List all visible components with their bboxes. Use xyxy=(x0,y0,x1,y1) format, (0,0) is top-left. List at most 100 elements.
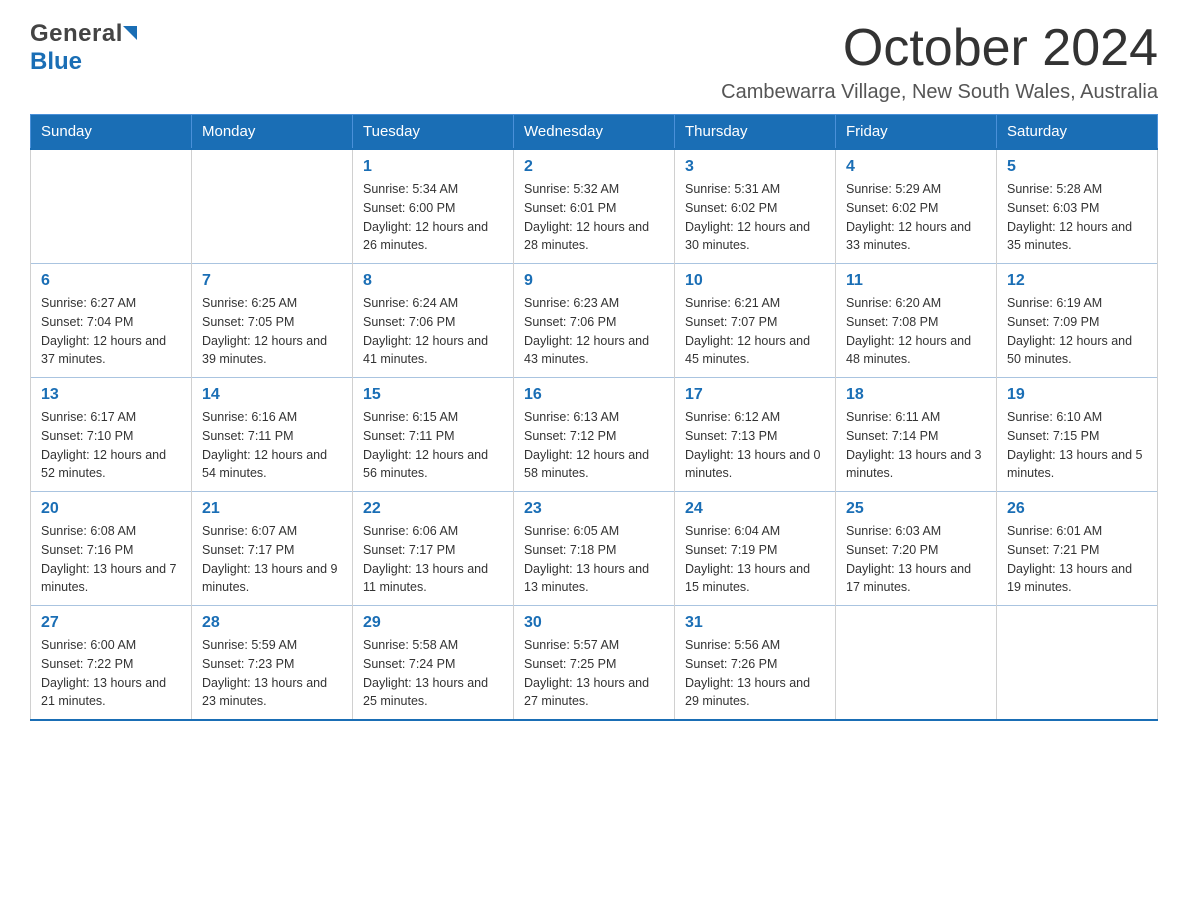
day-info: Sunrise: 6:24 AMSunset: 7:06 PMDaylight:… xyxy=(363,294,503,369)
calendar-cell: 30 Sunrise: 5:57 AMSunset: 7:25 PMDayligh… xyxy=(514,606,675,721)
day-number: 14 xyxy=(202,386,342,404)
weekday-header-thursday: Thursday xyxy=(675,115,836,150)
title-area: October 2024 Cambewarra Village, New Sou… xyxy=(721,20,1158,104)
calendar-week-2: 6 Sunrise: 6:27 AMSunset: 7:04 PMDaylight… xyxy=(31,264,1158,378)
calendar-cell: 6 Sunrise: 6:27 AMSunset: 7:04 PMDaylight… xyxy=(31,264,192,378)
day-number: 25 xyxy=(846,500,986,518)
day-number: 13 xyxy=(41,386,181,404)
weekday-header-monday: Monday xyxy=(192,115,353,150)
weekday-header-row: SundayMondayTuesdayWednesdayThursdayFrid… xyxy=(31,115,1158,150)
weekday-header-saturday: Saturday xyxy=(997,115,1158,150)
day-number: 20 xyxy=(41,500,181,518)
day-info: Sunrise: 6:15 AMSunset: 7:11 PMDaylight:… xyxy=(363,408,503,483)
day-number: 9 xyxy=(524,272,664,290)
location-title: Cambewarra Village, New South Wales, Aus… xyxy=(721,81,1158,104)
day-info: Sunrise: 6:03 AMSunset: 7:20 PMDaylight:… xyxy=(846,522,986,597)
day-number: 21 xyxy=(202,500,342,518)
day-info: Sunrise: 6:27 AMSunset: 7:04 PMDaylight:… xyxy=(41,294,181,369)
day-info: Sunrise: 5:58 AMSunset: 7:24 PMDaylight:… xyxy=(363,636,503,711)
day-info: Sunrise: 5:32 AMSunset: 6:01 PMDaylight:… xyxy=(524,180,664,255)
logo-general-text: General xyxy=(30,20,123,48)
day-info: Sunrise: 6:17 AMSunset: 7:10 PMDaylight:… xyxy=(41,408,181,483)
day-info: Sunrise: 6:13 AMSunset: 7:12 PMDaylight:… xyxy=(524,408,664,483)
calendar-cell: 8 Sunrise: 6:24 AMSunset: 7:06 PMDaylight… xyxy=(353,264,514,378)
day-info: Sunrise: 6:25 AMSunset: 7:05 PMDaylight:… xyxy=(202,294,342,369)
calendar-cell: 14Sunrise: 6:16 AMSunset: 7:11 PMDayligh… xyxy=(192,378,353,492)
calendar-cell xyxy=(997,606,1158,721)
calendar-cell: 31 Sunrise: 5:56 AMSunset: 7:26 PMDayligh… xyxy=(675,606,836,721)
day-info: Sunrise: 6:07 AMSunset: 7:17 PMDaylight:… xyxy=(202,522,342,597)
calendar-cell: 5Sunrise: 5:28 AMSunset: 6:03 PMDaylight… xyxy=(997,149,1158,264)
calendar-cell: 25 Sunrise: 6:03 AMSunset: 7:20 PMDayligh… xyxy=(836,492,997,606)
calendar-cell: 7Sunrise: 6:25 AMSunset: 7:05 PMDaylight… xyxy=(192,264,353,378)
day-info: Sunrise: 6:06 AMSunset: 7:17 PMDaylight:… xyxy=(363,522,503,597)
day-info: Sunrise: 5:31 AMSunset: 6:02 PMDaylight:… xyxy=(685,180,825,255)
calendar-cell: 13 Sunrise: 6:17 AMSunset: 7:10 PMDayligh… xyxy=(31,378,192,492)
calendar-body: 1Sunrise: 5:34 AMSunset: 6:00 PMDaylight… xyxy=(31,149,1158,720)
calendar-cell: 21 Sunrise: 6:07 AMSunset: 7:17 PMDayligh… xyxy=(192,492,353,606)
day-number: 30 xyxy=(524,614,664,632)
day-number: 29 xyxy=(363,614,503,632)
calendar-cell: 4 Sunrise: 5:29 AMSunset: 6:02 PMDaylight… xyxy=(836,149,997,264)
day-number: 16 xyxy=(524,386,664,404)
day-number: 27 xyxy=(41,614,181,632)
day-info: Sunrise: 6:01 AMSunset: 7:21 PMDaylight:… xyxy=(1007,522,1147,597)
calendar-cell: 3Sunrise: 5:31 AMSunset: 6:02 PMDaylight… xyxy=(675,149,836,264)
calendar-table: SundayMondayTuesdayWednesdayThursdayFrid… xyxy=(30,114,1158,721)
day-info: Sunrise: 5:56 AMSunset: 7:26 PMDaylight:… xyxy=(685,636,825,711)
month-title: October 2024 xyxy=(721,20,1158,77)
day-info: Sunrise: 6:19 AMSunset: 7:09 PMDaylight:… xyxy=(1007,294,1147,369)
calendar-cell: 17Sunrise: 6:12 AMSunset: 7:13 PMDayligh… xyxy=(675,378,836,492)
day-info: Sunrise: 6:05 AMSunset: 7:18 PMDaylight:… xyxy=(524,522,664,597)
calendar-week-4: 20Sunrise: 6:08 AMSunset: 7:16 PMDayligh… xyxy=(31,492,1158,606)
day-number: 2 xyxy=(524,158,664,176)
weekday-header-tuesday: Tuesday xyxy=(353,115,514,150)
calendar-cell: 9 Sunrise: 6:23 AMSunset: 7:06 PMDaylight… xyxy=(514,264,675,378)
calendar-cell xyxy=(192,149,353,264)
weekday-header-sunday: Sunday xyxy=(31,115,192,150)
day-number: 22 xyxy=(363,500,503,518)
day-number: 31 xyxy=(685,614,825,632)
calendar-cell xyxy=(31,149,192,264)
day-number: 19 xyxy=(1007,386,1147,404)
day-info: Sunrise: 6:10 AMSunset: 7:15 PMDaylight:… xyxy=(1007,408,1147,483)
day-number: 6 xyxy=(41,272,181,290)
weekday-header-friday: Friday xyxy=(836,115,997,150)
calendar-cell: 1Sunrise: 5:34 AMSunset: 6:00 PMDaylight… xyxy=(353,149,514,264)
calendar-cell: 23 Sunrise: 6:05 AMSunset: 7:18 PMDayligh… xyxy=(514,492,675,606)
calendar-cell xyxy=(836,606,997,721)
day-number: 28 xyxy=(202,614,342,632)
day-number: 1 xyxy=(363,158,503,176)
day-number: 8 xyxy=(363,272,503,290)
calendar-cell: 19 Sunrise: 6:10 AMSunset: 7:15 PMDayligh… xyxy=(997,378,1158,492)
calendar-header: SundayMondayTuesdayWednesdayThursdayFrid… xyxy=(31,115,1158,150)
day-info: Sunrise: 6:20 AMSunset: 7:08 PMDaylight:… xyxy=(846,294,986,369)
day-info: Sunrise: 6:04 AMSunset: 7:19 PMDaylight:… xyxy=(685,522,825,597)
day-number: 23 xyxy=(524,500,664,518)
calendar-cell: 20Sunrise: 6:08 AMSunset: 7:16 PMDayligh… xyxy=(31,492,192,606)
calendar-cell: 11 Sunrise: 6:20 AMSunset: 7:08 PMDayligh… xyxy=(836,264,997,378)
day-info: Sunrise: 5:57 AMSunset: 7:25 PMDaylight:… xyxy=(524,636,664,711)
day-info: Sunrise: 6:21 AMSunset: 7:07 PMDaylight:… xyxy=(685,294,825,369)
day-number: 4 xyxy=(846,158,986,176)
day-info: Sunrise: 5:29 AMSunset: 6:02 PMDaylight:… xyxy=(846,180,986,255)
calendar-cell: 12 Sunrise: 6:19 AMSunset: 7:09 PMDayligh… xyxy=(997,264,1158,378)
page-header: General Blue October 2024 Cambewarra Vil… xyxy=(30,20,1158,104)
logo-blue-text: Blue xyxy=(30,48,82,76)
day-number: 11 xyxy=(846,272,986,290)
weekday-header-wednesday: Wednesday xyxy=(514,115,675,150)
calendar-week-5: 27Sunrise: 6:00 AMSunset: 7:22 PMDayligh… xyxy=(31,606,1158,721)
calendar-cell: 27Sunrise: 6:00 AMSunset: 7:22 PMDayligh… xyxy=(31,606,192,721)
calendar-cell: 24 Sunrise: 6:04 AMSunset: 7:19 PMDayligh… xyxy=(675,492,836,606)
day-number: 12 xyxy=(1007,272,1147,290)
day-info: Sunrise: 5:28 AMSunset: 6:03 PMDaylight:… xyxy=(1007,180,1147,255)
calendar-cell: 22 Sunrise: 6:06 AMSunset: 7:17 PMDayligh… xyxy=(353,492,514,606)
day-number: 24 xyxy=(685,500,825,518)
day-info: Sunrise: 6:23 AMSunset: 7:06 PMDaylight:… xyxy=(524,294,664,369)
calendar-cell: 15Sunrise: 6:15 AMSunset: 7:11 PMDayligh… xyxy=(353,378,514,492)
calendar-cell: 28Sunrise: 5:59 AMSunset: 7:23 PMDayligh… xyxy=(192,606,353,721)
calendar-cell: 16 Sunrise: 6:13 AMSunset: 7:12 PMDayligh… xyxy=(514,378,675,492)
day-number: 18 xyxy=(846,386,986,404)
day-info: Sunrise: 6:11 AMSunset: 7:14 PMDaylight:… xyxy=(846,408,986,483)
calendar-cell: 29 Sunrise: 5:58 AMSunset: 7:24 PMDayligh… xyxy=(353,606,514,721)
